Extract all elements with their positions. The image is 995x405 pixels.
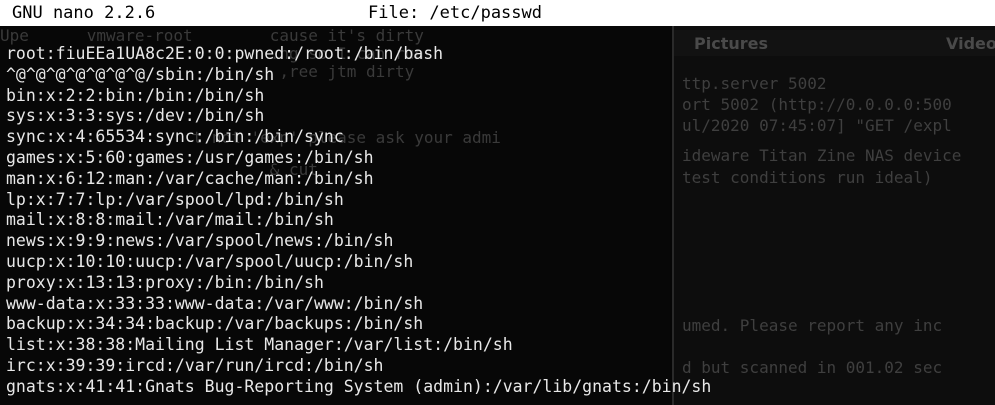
background-text-line: ideware Titan Zine NAS device	[682, 146, 962, 165]
background-text-line: Upe vmware-root cause it's dirty	[0, 26, 424, 45]
background-tab-videos: Video	[946, 34, 995, 53]
editor-line[interactable]: uucp:x:10:10:uucp:/var/spool/uucp:/bin/s…	[6, 252, 711, 273]
nano-app-name: GNU nano 2.2.6	[12, 3, 156, 23]
editor-line[interactable]: games:x:5:60:games:/usr/games:/bin/sh	[6, 148, 711, 169]
editor-line[interactable]: gnats:x:41:41:Gnats Bug-Reporting System…	[6, 377, 711, 398]
background-text-line: test conditions run ideal)	[682, 168, 933, 187]
background-text-line: umed. Please report any inc	[682, 316, 943, 335]
background-text-line: d but scanned in 001.02 sec	[682, 358, 943, 377]
editor-line[interactable]: man:x:6:12:man:/var/cache/man:/bin/sh	[6, 169, 711, 190]
editor-line[interactable]: list:x:38:38:Mailing List Manager:/var/l…	[6, 335, 711, 356]
editor-line[interactable]: mail:x:8:8:mail:/var/mail:/bin/sh	[6, 210, 711, 231]
editor-line[interactable]: lp:x:7:7:lp:/var/spool/lpd:/bin/sh	[6, 190, 711, 211]
editor-line[interactable]: backup:x:34:34:backup:/var/backups:/bin/…	[6, 314, 711, 335]
editor-line[interactable]: sync:x:4:65534:sync:/bin:/bin/sync	[6, 127, 711, 148]
editor-line[interactable]: bin:x:2:2:bin:/bin:/bin/sh	[6, 86, 711, 107]
editor-line[interactable]: irc:x:39:39:ircd:/var/run/ircd:/bin/sh	[6, 356, 711, 377]
editor-line[interactable]: sys:x:3:3:sys:/dev:/bin/sh	[6, 106, 711, 127]
nano-titlebar: GNU nano 2.2.6 File: /etc/passwd	[0, 0, 995, 26]
editor-line[interactable]: root:fiuEEa1UA8c2E:0:0:pwned:/root:/bin/…	[6, 44, 711, 65]
background-text-line: ul/2020 07:45:07] "GET /expl	[682, 116, 952, 135]
nano-file-label: File: /etc/passwd	[368, 3, 542, 23]
editor-line[interactable]: news:x:9:9:news:/var/spool/news:/bin/sh	[6, 231, 711, 252]
editor-line[interactable]: proxy:x:13:13:proxy:/bin:/bin/sh	[6, 273, 711, 294]
editor-line[interactable]: www-data:x:33:33:www-data:/var/www:/bin/…	[6, 294, 711, 315]
background-text-line: ort 5002 (http://0.0.0.0:500	[682, 95, 952, 114]
editor-line[interactable]: ^@^@^@^@^@^@^@/sbin:/bin/sh	[6, 65, 711, 86]
background-right-pane: Pictures Video ttp.server 5002 ort 5002 …	[672, 0, 995, 405]
nano-editor-content[interactable]: root:fiuEEa1UA8c2E:0:0:pwned:/root:/bin/…	[6, 44, 711, 398]
